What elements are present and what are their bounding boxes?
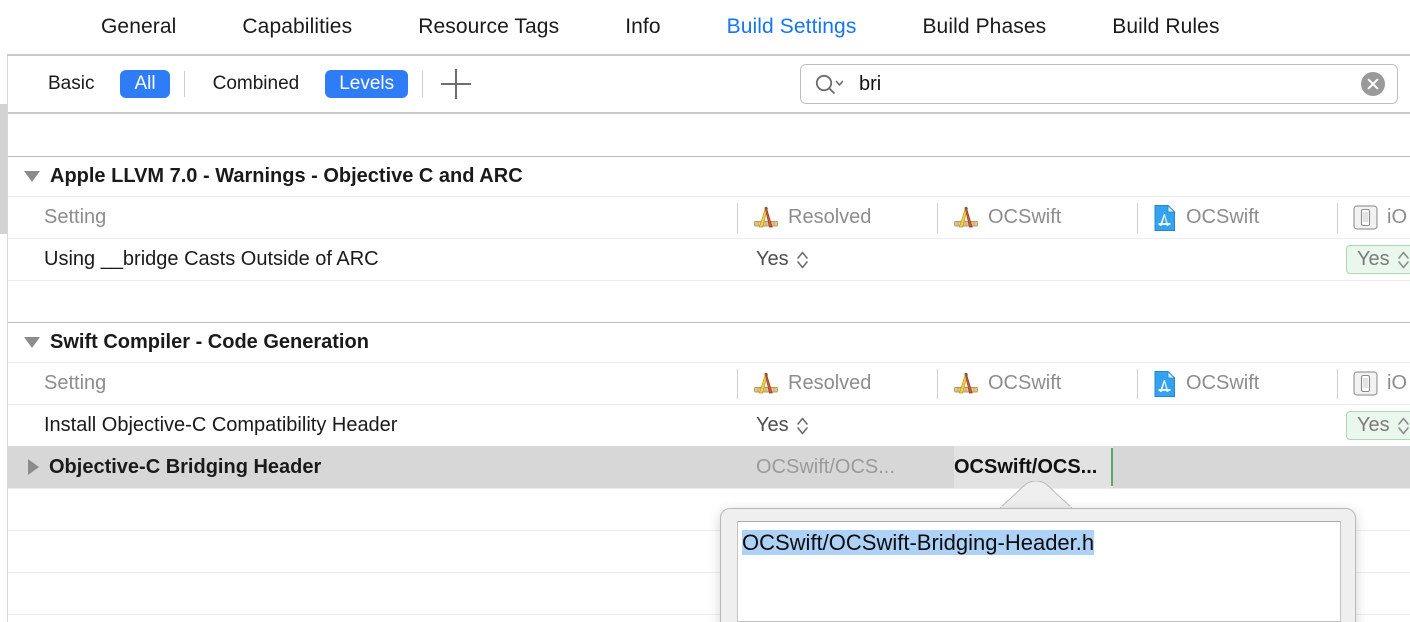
column-header-resolved[interactable]: Resolved — [753, 197, 871, 238]
filter-basic-button[interactable]: Basic — [34, 70, 108, 98]
filter-levels-button[interactable]: Levels — [325, 70, 409, 98]
ios-device-icon — [1353, 371, 1378, 396]
column-header-platform-ios[interactable]: iO — [1353, 197, 1407, 238]
group-bottom-spacer — [8, 280, 1410, 322]
column-header-target-ocswift[interactable]: OCSwift — [953, 363, 1061, 404]
column-divider — [737, 203, 738, 233]
stepper-icon[interactable] — [1397, 415, 1410, 437]
column-header-project-ocswift[interactable]: OCSwift — [1153, 197, 1259, 238]
popover-arrow — [1000, 481, 1072, 509]
table-row[interactable]: Using __bridge Casts Outside of ARC Yes … — [8, 238, 1410, 280]
column-header-label: OCSwift — [1186, 372, 1260, 394]
bridging-header-value-input[interactable]: OCSwift/OCSwift-Bridging-Header.h — [737, 521, 1341, 622]
stepper-icon[interactable] — [796, 415, 809, 437]
setting-name: Using __bridge Casts Outside of ARC — [44, 248, 379, 270]
tab-info[interactable]: Info — [592, 15, 693, 39]
tab-build-settings[interactable]: Build Settings — [694, 15, 890, 39]
column-divider — [1137, 369, 1138, 399]
column-header-label: OCSwift — [1186, 206, 1260, 228]
column-header-label: Resolved — [788, 206, 872, 228]
setting-name: Install Objective-C Compatibility Header — [44, 414, 398, 436]
stepper-icon[interactable] — [796, 249, 809, 271]
stepper-icon[interactable] — [1397, 249, 1410, 271]
add-build-setting-button[interactable] — [441, 69, 472, 99]
column-divider — [1337, 203, 1338, 233]
search-input[interactable]: bri — [859, 73, 1361, 96]
column-header-label: Resolved — [788, 372, 872, 394]
column-header-row-2: Setting Resolved OCSwift OCSwift iO — [8, 362, 1410, 404]
cell-value: Yes — [1357, 248, 1390, 270]
column-divider — [937, 203, 938, 233]
xcode-target-icon — [953, 371, 979, 397]
group-header-apple-llvm-warnings[interactable]: Apple LLVM 7.0 - Warnings - Objective C … — [8, 156, 1410, 196]
xcode-project-document-icon — [1153, 204, 1177, 232]
xcode-target-icon — [753, 371, 779, 397]
chevron-down-icon[interactable] — [24, 171, 40, 182]
column-header-setting: Setting — [44, 206, 107, 228]
table-top-spacer — [8, 114, 1410, 156]
cell-value: Yes — [756, 414, 789, 436]
editor-tab-bar: General Capabilities Resource Tags Info … — [0, 0, 1410, 54]
table-row-selected[interactable]: Objective-C Bridging Header OCSwift/OCS.… — [8, 446, 1410, 488]
tab-build-rules[interactable]: Build Rules — [1079, 15, 1252, 39]
cell-platform[interactable]: Yes — [1346, 239, 1410, 280]
xcode-target-icon — [953, 205, 979, 231]
tab-build-phases[interactable]: Build Phases — [889, 15, 1079, 39]
bridging-header-value-text[interactable]: OCSwift/OCSwift-Bridging-Header.h — [742, 530, 1095, 555]
table-row[interactable]: Install Objective-C Compatibility Header… — [8, 404, 1410, 446]
chevron-right-icon[interactable] — [28, 459, 39, 475]
cell-resolved[interactable]: Yes — [756, 405, 809, 446]
cell-resolved[interactable]: OCSwift/OCS... — [756, 446, 895, 488]
cell-value: Yes — [756, 248, 789, 270]
chevron-down-icon[interactable] — [24, 337, 40, 348]
column-header-label: OCSwift — [988, 206, 1062, 228]
column-divider — [1137, 203, 1138, 233]
toolbar-divider-1 — [183, 71, 185, 97]
ios-device-icon — [1353, 205, 1378, 230]
cell-resolved[interactable]: Yes — [756, 239, 809, 280]
filter-all-button[interactable]: All — [120, 70, 170, 98]
column-header-label: iO — [1387, 372, 1407, 394]
column-header-target-ocswift[interactable]: OCSwift — [953, 197, 1061, 238]
tab-capabilities[interactable]: Capabilities — [209, 15, 385, 39]
toolbar-divider-2 — [422, 71, 424, 97]
column-header-project-ocswift[interactable]: OCSwift — [1153, 363, 1259, 404]
platform-value-pill[interactable]: Yes — [1346, 245, 1410, 274]
cell-value: OCSwift/OCS... — [954, 455, 1098, 478]
tab-resource-tags[interactable]: Resource Tags — [385, 15, 592, 39]
column-header-label: iO — [1387, 206, 1407, 228]
column-header-row-1: Setting Resolved OCSwift OCSwift iO — [8, 196, 1410, 238]
search-field[interactable]: bri — [800, 64, 1398, 104]
column-header-setting: Setting — [44, 372, 107, 394]
group-header-swift-compiler-code-generation[interactable]: Swift Compiler - Code Generation — [8, 322, 1410, 362]
cell-value: OCSwift/OCS... — [756, 455, 895, 478]
column-header-resolved[interactable]: Resolved — [753, 363, 871, 404]
edited-value-marker — [1111, 448, 1114, 486]
column-header-label: OCSwift — [988, 372, 1062, 394]
filter-combined-button[interactable]: Combined — [199, 70, 314, 98]
column-header-platform-ios[interactable]: iO — [1353, 363, 1407, 404]
tab-general[interactable]: General — [68, 15, 209, 39]
column-divider — [1337, 369, 1338, 399]
platform-value-pill[interactable]: Yes — [1346, 411, 1410, 440]
xcode-project-document-icon — [1153, 370, 1177, 398]
search-icon[interactable] — [813, 73, 843, 95]
column-divider — [737, 369, 738, 399]
xcode-build-settings-pane: General Capabilities Resource Tags Info … — [0, 0, 1410, 622]
group-title: Swift Compiler - Code Generation — [50, 331, 369, 353]
setting-name: Objective-C Bridging Header — [49, 455, 322, 478]
cell-value: Yes — [1357, 414, 1390, 436]
column-divider — [937, 369, 938, 399]
group-title: Apple LLVM 7.0 - Warnings - Objective C … — [50, 165, 523, 187]
cell-platform[interactable]: Yes — [1346, 405, 1410, 446]
clear-icon[interactable] — [1361, 72, 1385, 96]
xcode-target-icon — [753, 205, 779, 231]
